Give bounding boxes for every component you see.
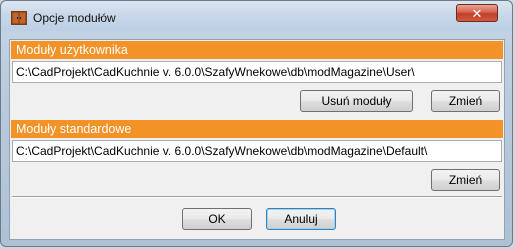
- standard-modules-header: Moduły standardowe: [11, 120, 503, 138]
- standard-modules-change-button[interactable]: Zmień: [431, 169, 500, 191]
- cabinet-icon: [11, 11, 27, 25]
- close-icon[interactable]: ✕: [472, 6, 483, 21]
- user-modules-change-button[interactable]: Zmień: [431, 90, 500, 112]
- standard-modules-path-field[interactable]: C:\CadProjekt\CadKuchnie v. 6.0.0\SzafyW…: [12, 140, 502, 162]
- close-button[interactable]: ✕: [456, 4, 498, 22]
- remove-modules-button[interactable]: Usuń moduły: [300, 90, 413, 112]
- title-bar: Opcje modułów ✕: [1, 1, 512, 31]
- ok-button[interactable]: OK: [182, 208, 252, 230]
- user-modules-header: Moduły użytkownika: [11, 41, 503, 59]
- cancel-button[interactable]: Anuluj: [266, 208, 336, 230]
- footer-separator: [12, 196, 502, 198]
- user-modules-path-field[interactable]: C:\CadProjekt\CadKuchnie v. 6.0.0\SzafyW…: [12, 61, 502, 83]
- window-title: Opcje modułów: [33, 11, 116, 25]
- dialog-window: Opcje modułów ✕ Moduły użytkownika C:\Ca…: [0, 0, 513, 247]
- dialog-content: Moduły użytkownika C:\CadProjekt\CadKuch…: [9, 39, 505, 240]
